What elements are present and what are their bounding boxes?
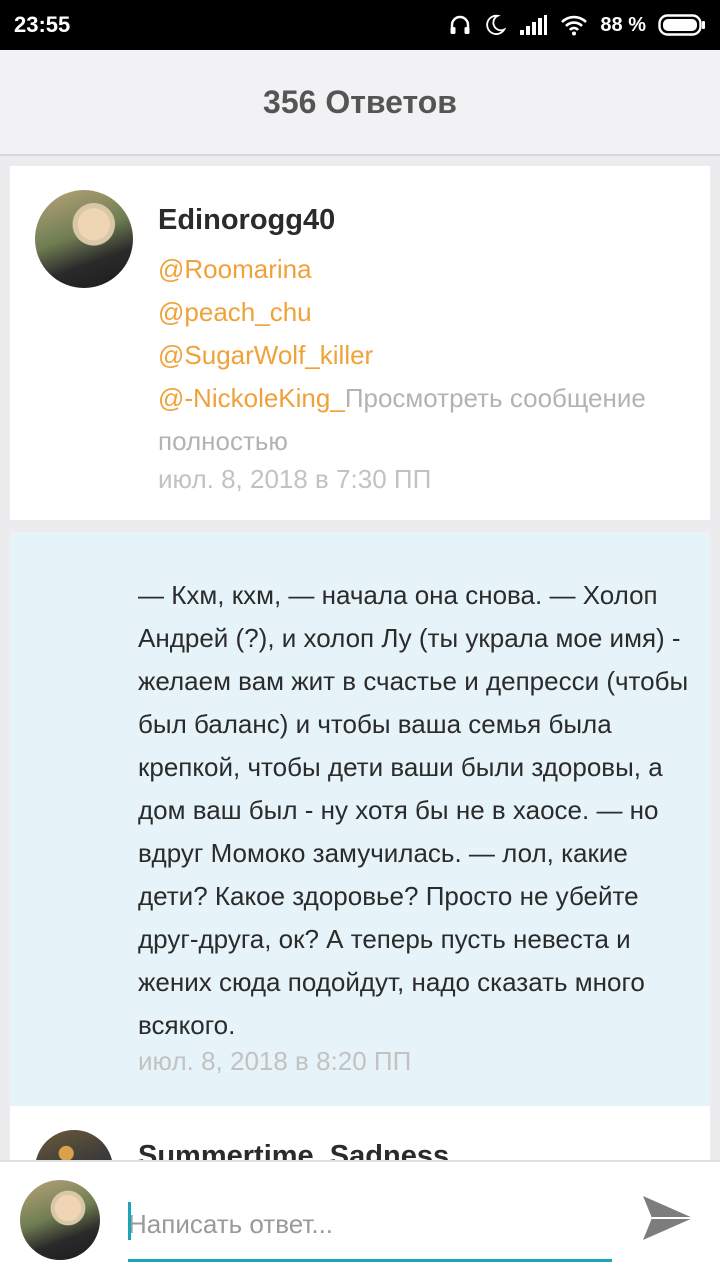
reply-bar [0,1160,720,1280]
avatar[interactable] [35,190,133,288]
mention-link[interactable]: @-NickoleKing_ [158,383,345,413]
mention-link[interactable]: @SugarWolf_killer [158,334,703,377]
comment-body: @Roomarina @peach_chu @SugarWolf_killer … [158,248,703,463]
signal-icon [518,14,548,36]
avatar [20,1180,100,1260]
battery-percent: 88 % [600,13,646,36]
wifi-icon [560,14,588,36]
send-icon [640,1193,696,1248]
comment-card[interactable]: Edinorogg40 @Roomarina @peach_chu @Sugar… [10,166,710,520]
text-cursor [128,1202,131,1240]
replies-feed[interactable]: Edinorogg40 @Roomarina @peach_chu @Sugar… [0,156,720,1160]
status-bar: 23:55 88 % [0,0,720,50]
headphones-icon [448,13,472,37]
comment-text: — Кхм, кхм, — начала она снова. — Холоп … [138,580,689,1040]
status-time: 23:55 [14,12,71,37]
comment-date: июл. 8, 2018 в 7:30 ПП [158,464,432,494]
moon-icon [484,14,507,36]
send-button[interactable] [640,1194,696,1246]
comment-card-highlighted[interactable]: — Кхм, кхм, — начала она снова. — Холоп … [10,532,710,1106]
comment-card[interactable]: Summertime_Sadness [10,1106,710,1160]
comment-author[interactable]: Summertime_Sadness [138,1140,449,1160]
mention-link[interactable]: @Roomarina [158,248,703,291]
comment-date: июл. 8, 2018 в 8:20 ПП [138,1046,412,1076]
reply-input[interactable] [128,1190,612,1262]
status-icons: 88 % [448,13,706,37]
comment-author[interactable]: Edinorogg40 [158,204,335,237]
mention-link[interactable]: @peach_chu [158,291,703,334]
app-header: 356 Ответов [0,50,720,156]
battery-icon [658,13,706,37]
page-title: 356 Ответов [263,83,457,120]
avatar[interactable] [35,1130,113,1160]
